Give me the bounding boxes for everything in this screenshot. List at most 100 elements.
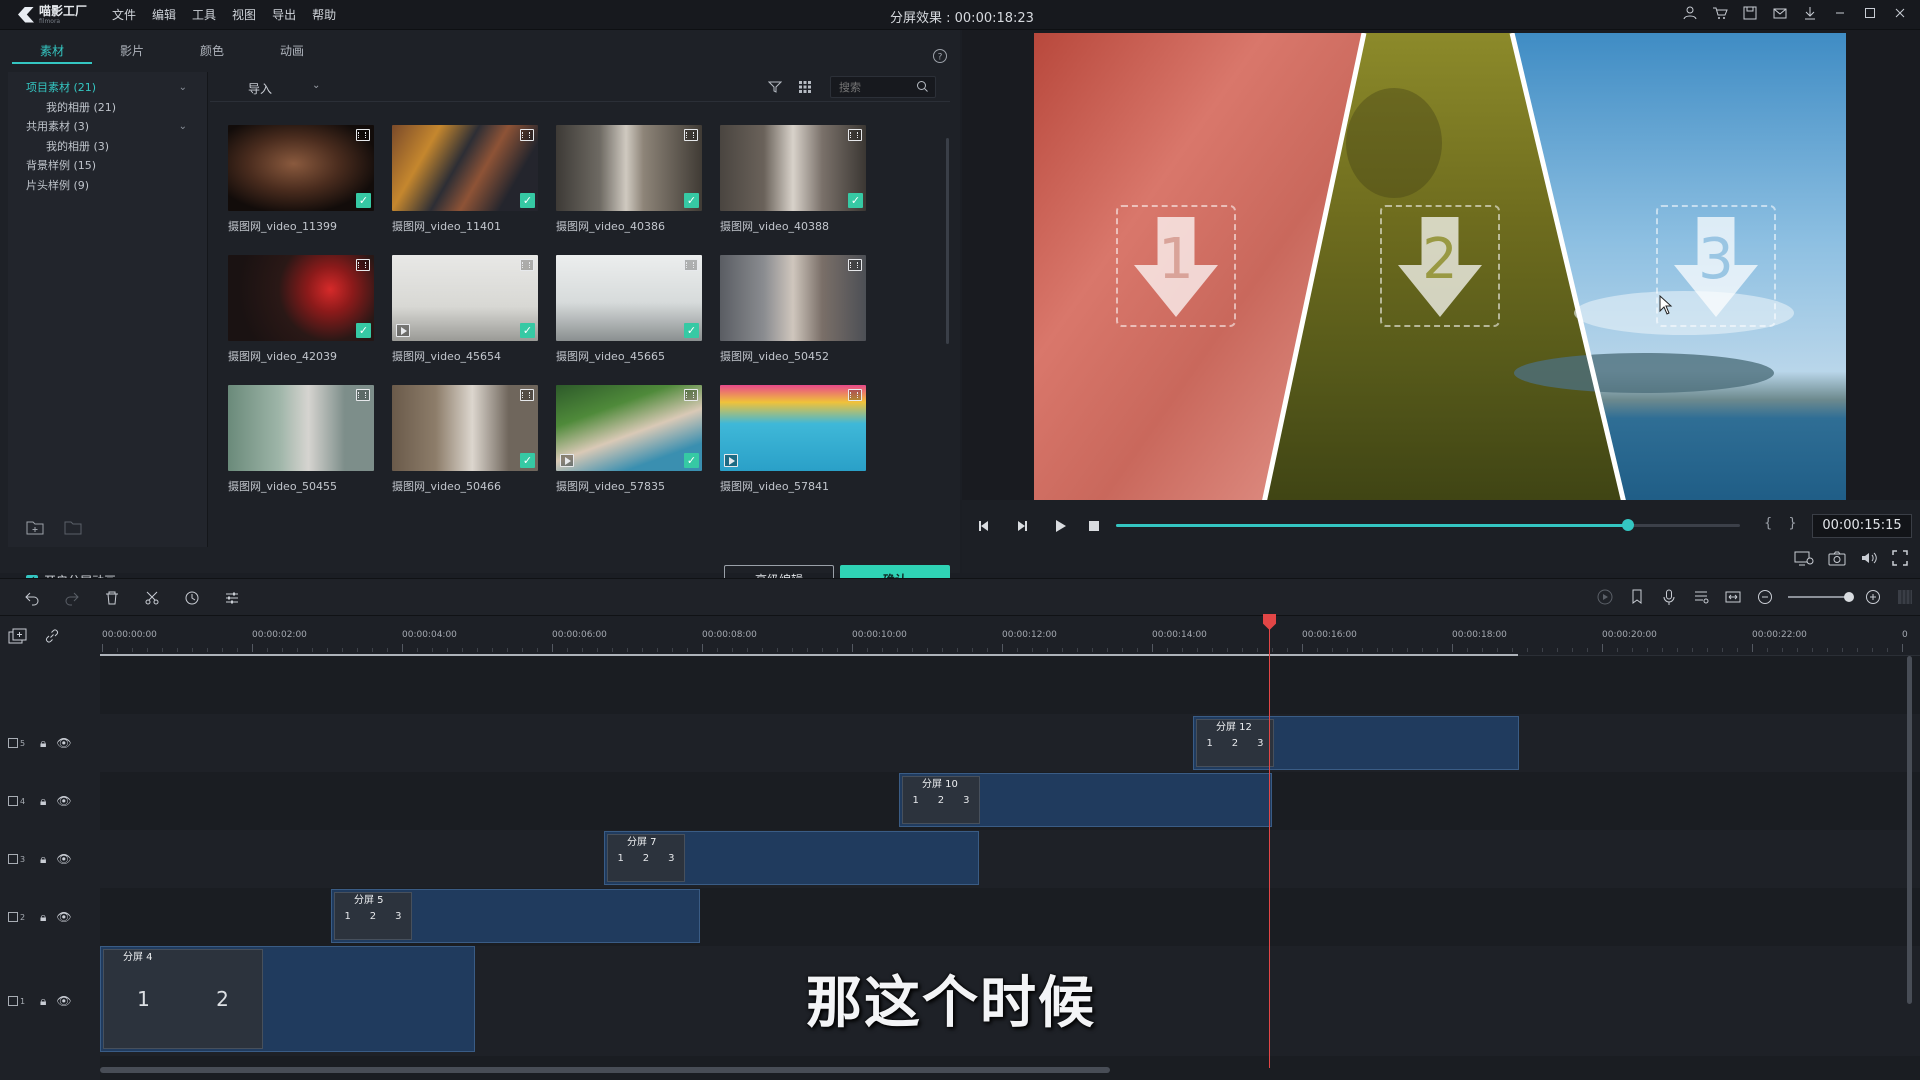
media-item[interactable]: ✓ 摄图网_video_42039	[228, 255, 374, 364]
stop-icon[interactable]	[1086, 518, 1102, 534]
snapshot-icon[interactable]	[1828, 550, 1846, 566]
cart-icon[interactable]	[1712, 5, 1728, 21]
eye-icon[interactable]: 👁︎	[56, 794, 71, 808]
import-button[interactable]: 导入	[248, 80, 272, 97]
next-frame-icon[interactable]	[1014, 518, 1030, 534]
remove-folder-icon[interactable]	[64, 519, 82, 535]
new-folder-icon[interactable]	[26, 519, 44, 535]
media-item[interactable]: ✓ 摄图网_video_45665	[556, 255, 702, 364]
menu-edit[interactable]: 编辑	[152, 6, 176, 23]
media-item[interactable]: ✓ 摄图网_video_11401	[392, 125, 538, 234]
progress-knob[interactable]	[1621, 519, 1634, 531]
menu-tools[interactable]: 工具	[192, 6, 216, 23]
media-item[interactable]: 摄图网_video_50452	[720, 255, 866, 364]
eye-icon[interactable]: 👁︎	[56, 852, 71, 866]
audio-mixer-icon[interactable]	[1692, 588, 1710, 606]
drop-zone-1[interactable]: 1	[1116, 205, 1236, 327]
adjust-icon[interactable]	[224, 590, 240, 606]
save-icon[interactable]	[1742, 5, 1758, 21]
preview-canvas[interactable]: 1 2 3	[1034, 33, 1846, 503]
microphone-icon[interactable]	[1660, 588, 1678, 606]
grid-view-icon[interactable]	[798, 80, 812, 94]
volume-icon[interactable]	[1860, 550, 1878, 566]
playhead-line[interactable]	[1269, 628, 1270, 1068]
panel-toggle-icon[interactable]	[1896, 588, 1914, 606]
tab-color[interactable]: 颜色	[172, 40, 252, 64]
media-item[interactable]: 摄图网_video_57841	[720, 385, 866, 494]
drop-zone-2[interactable]: 2	[1380, 205, 1500, 327]
tree-item-intro-samples[interactable]: 片头样例 (9)	[8, 176, 207, 196]
download-icon[interactable]	[1802, 5, 1818, 21]
time-ruler[interactable]: 00:00:00:00 00:00:02:00 00:00:04:00 00:00:0…	[100, 616, 1920, 656]
menu-export[interactable]: 导出	[272, 6, 296, 23]
zoom-out-icon[interactable]	[1756, 588, 1774, 606]
tree-item-shared-media[interactable]: 共用素材 (3) ⌄	[8, 117, 207, 137]
marker-icon[interactable]	[1628, 588, 1646, 606]
fit-timeline-icon[interactable]	[1724, 588, 1742, 606]
maximize-icon[interactable]	[1862, 5, 1878, 21]
chevron-down-icon[interactable]: ⌄	[179, 117, 187, 137]
close-icon[interactable]	[1892, 5, 1908, 21]
lock-icon[interactable]: 🔒︎	[40, 852, 46, 867]
zoom-slider-knob[interactable]	[1844, 592, 1854, 602]
chevron-down-icon[interactable]: ⌄	[312, 80, 320, 91]
split-clip-12[interactable]: 123 分屏 12	[1193, 716, 1519, 770]
media-item[interactable]: ✓ 摄图网_video_40388	[720, 125, 866, 234]
zoom-slider[interactable]	[1788, 592, 1854, 602]
menu-file[interactable]: 文件	[112, 6, 136, 23]
media-item[interactable]: ✓ 摄图网_video_40386	[556, 125, 702, 234]
media-item[interactable]: ✓ 摄图网_video_11399	[228, 125, 374, 234]
playback-progress[interactable]	[1116, 519, 1740, 531]
lock-icon[interactable]: 🔒︎	[40, 736, 46, 751]
mail-icon[interactable]	[1772, 5, 1788, 21]
speed-icon[interactable]	[184, 590, 200, 606]
tree-item-shared-album[interactable]: 我的相册 (3)	[8, 137, 207, 157]
split-clip-5[interactable]: 1 2 3 分屏 5	[331, 889, 700, 943]
fullscreen-icon[interactable]	[1892, 550, 1908, 566]
tab-media[interactable]: 素材	[12, 40, 92, 64]
help-icon[interactable]: ?	[932, 48, 948, 64]
filter-icon[interactable]	[768, 80, 782, 94]
tab-film[interactable]: 影片	[92, 40, 172, 64]
add-track-icon[interactable]	[8, 628, 28, 644]
tree-item-my-album[interactable]: 我的相册 (21)	[8, 98, 207, 118]
tree-item-project-media[interactable]: 项目素材 (21) ⌄	[8, 78, 207, 98]
eye-icon[interactable]: 👁︎	[56, 994, 71, 1008]
split-clip-7[interactable]: 1 2 3 分屏 7	[604, 831, 979, 885]
delete-icon[interactable]	[104, 590, 120, 606]
drop-zone-3[interactable]: 3	[1656, 205, 1776, 327]
search-icon[interactable]	[916, 80, 929, 93]
play-icon[interactable]	[1052, 518, 1068, 534]
mark-in-out-icon[interactable]: { }	[1764, 516, 1803, 531]
media-item[interactable]: 摄图网_video_50455	[228, 385, 374, 494]
timeline-vertical-scrollbar[interactable]	[1907, 656, 1912, 1004]
lock-icon[interactable]: 🔒︎	[40, 910, 46, 925]
media-scrollbar[interactable]	[946, 138, 949, 344]
eye-icon[interactable]: 👁︎	[56, 910, 71, 924]
split-clip-4[interactable]: 12 分屏 4	[100, 946, 475, 1052]
previous-frame-icon[interactable]	[976, 518, 992, 534]
split-clip-10[interactable]: 1 2 3 分屏 10	[899, 773, 1272, 827]
tab-animation[interactable]: 动画	[252, 40, 332, 64]
eye-icon[interactable]: 👁︎	[56, 736, 71, 750]
tree-item-background-samples[interactable]: 背景样例 (15)	[8, 156, 207, 176]
undo-icon[interactable]	[24, 590, 40, 606]
lock-icon[interactable]: 🔒︎	[40, 794, 46, 809]
zoom-in-icon[interactable]	[1864, 588, 1882, 606]
user-icon[interactable]	[1682, 5, 1698, 21]
media-item[interactable]: ✓ 摄图网_video_50466	[392, 385, 538, 494]
menu-help[interactable]: 帮助	[312, 6, 336, 23]
lock-icon[interactable]: 🔒︎	[40, 994, 46, 1009]
search-input[interactable]	[831, 77, 909, 97]
chevron-down-icon[interactable]: ⌄	[179, 78, 187, 98]
menu-view[interactable]: 视图	[232, 6, 256, 23]
minimize-icon[interactable]	[1832, 5, 1848, 21]
cut-icon[interactable]	[144, 590, 160, 606]
timeline-horizontal-scrollbar[interactable]	[100, 1067, 1110, 1073]
link-icon[interactable]	[44, 628, 60, 644]
redo-icon[interactable]	[64, 590, 80, 606]
media-item[interactable]: ✓ 摄图网_video_45654	[392, 255, 538, 364]
media-item[interactable]: ✓ 摄图网_video_57835	[556, 385, 702, 494]
display-settings-icon[interactable]	[1794, 550, 1814, 566]
render-icon[interactable]	[1596, 588, 1614, 606]
